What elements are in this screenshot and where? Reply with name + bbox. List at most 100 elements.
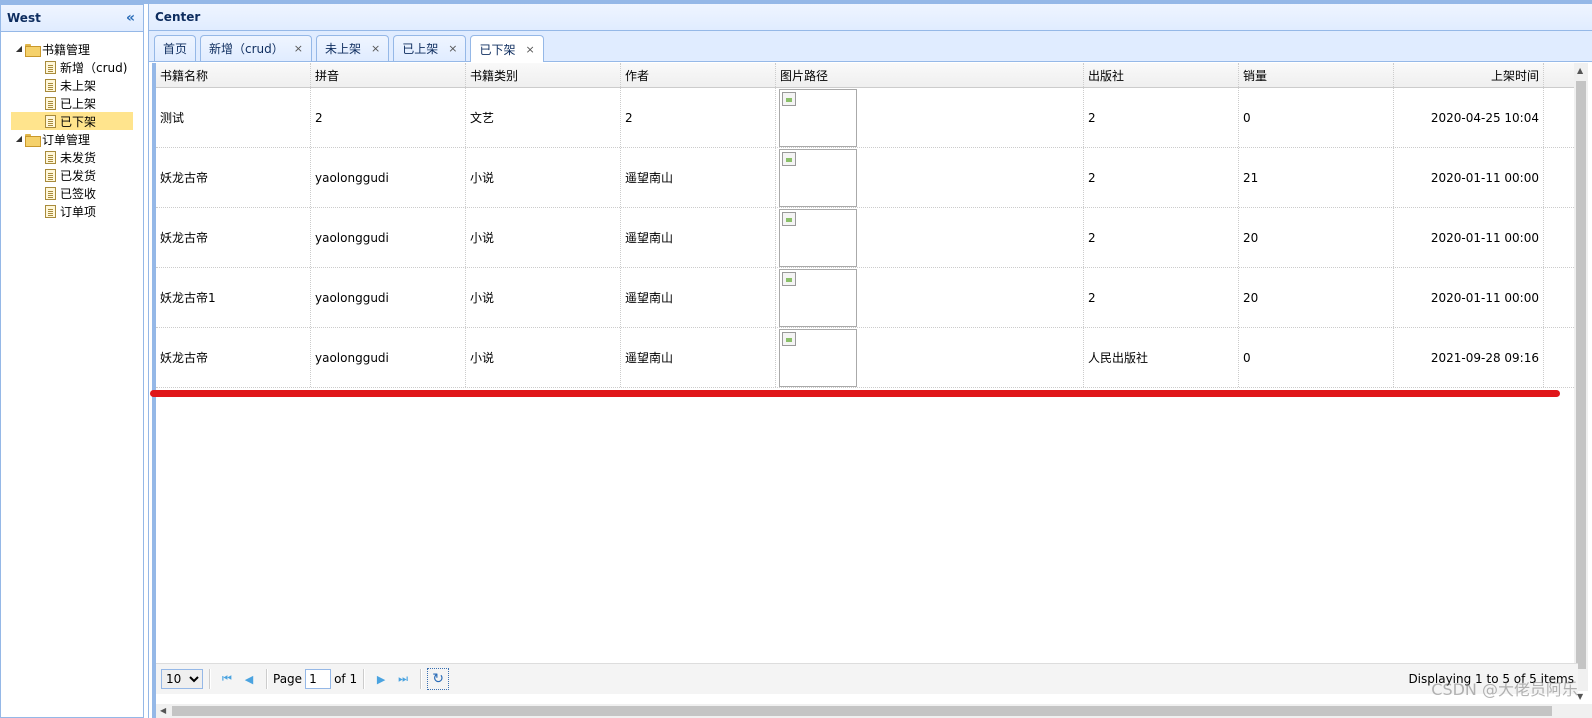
tab-add-crud[interactable]: 新增（crud） × <box>200 35 312 61</box>
tab-label: 新增（crud） <box>209 42 284 56</box>
expand-toggle-icon[interactable]: ◢ <box>13 133 25 145</box>
tree-node-order-management[interactable]: ◢ 订单管理 <box>1 130 143 148</box>
cell-author: 遥望南山 <box>621 148 776 207</box>
west-panel-title: West <box>7 11 41 25</box>
cell-book-name: 妖龙古帝 <box>156 328 311 387</box>
table-row[interactable]: 妖龙古帝 yaolonggudi 小说 遥望南山 2 21 2020-01-11… <box>156 148 1588 208</box>
cell-pinyin: 2 <box>311 88 466 147</box>
tree-node-order-items[interactable]: 订单项 <box>1 202 143 220</box>
scrollbar-thumb[interactable] <box>172 706 1552 716</box>
book-image <box>779 329 857 387</box>
page-number-input[interactable] <box>305 669 332 689</box>
page-label: Page <box>273 672 303 686</box>
column-header-category[interactable]: 书籍类别 <box>466 63 621 87</box>
tree-node-label: 已上架 <box>60 96 97 111</box>
tab-home[interactable]: 首页 <box>154 35 197 61</box>
scroll-left-icon[interactable]: ◀ <box>160 706 166 715</box>
pager-separator <box>266 669 267 689</box>
column-header-pinyin[interactable]: 拼音 <box>311 63 466 87</box>
tab-label: 已上架 <box>402 42 439 56</box>
cell-publisher: 2 <box>1084 148 1239 207</box>
tree-node-signed[interactable]: 已签收 <box>1 184 143 202</box>
column-header-shelf-time[interactable]: 上架时间 <box>1394 63 1544 87</box>
scroll-up-icon[interactable]: ▲ <box>1577 66 1583 75</box>
tree-node-not-shipped[interactable]: 未发货 <box>1 148 143 166</box>
cell-image-path <box>776 208 1084 267</box>
tree-node-not-shelved[interactable]: 未上架 <box>1 76 143 94</box>
column-header-sales[interactable]: 销量 <box>1239 63 1394 87</box>
table-row[interactable]: 妖龙古帝 yaolonggudi 小说 遥望南山 2 20 2020-01-11… <box>156 208 1588 268</box>
close-icon[interactable]: × <box>525 43 534 56</box>
annotation-red-underline <box>150 390 1560 397</box>
cell-shelf-time: 2020-04-25 10:04 <box>1394 88 1544 147</box>
tabs-bar: 首页 新增（crud） × 未上架 × 已上架 × 已下架 × <box>149 31 1592 62</box>
cell-publisher: 2 <box>1084 268 1239 327</box>
broken-image-icon <box>782 272 796 286</box>
tree-node-add-crud[interactable]: 新增（crud) <box>1 58 143 76</box>
cell-image-path <box>776 268 1084 327</box>
close-icon[interactable]: × <box>448 42 457 55</box>
cell-shelf-time: 2020-01-11 00:00 <box>1394 208 1544 267</box>
vertical-scrollbar[interactable]: ▲ ▼ <box>1574 63 1588 701</box>
close-icon[interactable]: × <box>294 42 303 55</box>
pager-separator <box>209 669 210 689</box>
grid-body: 测试 2 文艺 2 2 0 2020-04-25 10:04 妖龙古帝 yaol… <box>156 88 1588 388</box>
tab-unshelved[interactable]: 已下架 × <box>470 35 544 62</box>
file-icon <box>45 186 56 200</box>
cell-shelf-time: 2020-01-11 00:00 <box>1394 268 1544 327</box>
tree-node-label: 订单管理 <box>42 132 91 147</box>
cell-pinyin: yaolonggudi <box>311 148 466 207</box>
tree-node-label: 书籍管理 <box>42 42 91 57</box>
column-header-book-name[interactable]: 书籍名称 <box>156 63 311 87</box>
center-panel-title: Center <box>155 10 201 24</box>
broken-image-icon <box>782 152 796 166</box>
cell-sales: 0 <box>1239 328 1394 387</box>
cell-sales: 20 <box>1239 268 1394 327</box>
horizontal-scrollbar[interactable]: ◀ <box>156 704 1592 718</box>
cell-publisher: 2 <box>1084 88 1239 147</box>
cell-pinyin: yaolonggudi <box>311 328 466 387</box>
book-image <box>779 89 857 147</box>
tree-node-shelved[interactable]: 已上架 <box>1 94 143 112</box>
tab-shelved[interactable]: 已上架 × <box>393 35 467 61</box>
page-size-select[interactable]: 10 <box>161 669 203 689</box>
first-page-icon[interactable]: ⏮ <box>216 668 238 690</box>
file-icon <box>45 60 56 74</box>
cell-shelf-time: 2020-01-11 00:00 <box>1394 148 1544 207</box>
column-header-author[interactable]: 作者 <box>621 63 776 87</box>
tree-node-shipped[interactable]: 已发货 <box>1 166 143 184</box>
column-header-image-path[interactable]: 图片路径 <box>776 63 1084 87</box>
folder-icon <box>25 43 41 57</box>
file-icon <box>45 168 56 182</box>
folder-icon <box>25 133 41 147</box>
tab-not-shelved[interactable]: 未上架 × <box>316 35 390 61</box>
last-page-icon[interactable]: ⏭ <box>392 668 414 690</box>
tree-node-unshelved[interactable]: 已下架 <box>11 112 133 130</box>
cell-author: 遥望南山 <box>621 268 776 327</box>
prev-page-icon[interactable]: ◀ <box>238 668 260 690</box>
table-row[interactable]: 妖龙古帝1 yaolonggudi 小说 遥望南山 2 20 2020-01-1… <box>156 268 1588 328</box>
scrollbar-thumb[interactable] <box>1576 81 1586 669</box>
next-page-icon[interactable]: ▶ <box>370 668 392 690</box>
cell-author: 2 <box>621 88 776 147</box>
column-header-publisher[interactable]: 出版社 <box>1084 63 1239 87</box>
cell-book-name: 测试 <box>156 88 311 147</box>
refresh-icon[interactable]: ↻ <box>427 668 450 690</box>
file-icon <box>45 150 56 164</box>
close-icon[interactable]: × <box>371 42 380 55</box>
book-image <box>779 209 857 267</box>
book-datagrid: 书籍名称 拼音 书籍类别 作者 图片路径 出版社 销量 上架时间 测试 2 文艺… <box>150 63 1592 718</box>
broken-image-icon <box>782 332 796 346</box>
table-row[interactable]: 妖龙古帝 yaolonggudi 小说 遥望南山 人民出版社 0 2021-09… <box>156 328 1588 388</box>
tree-node-book-management[interactable]: ◢ 书籍管理 <box>1 40 143 58</box>
cell-category: 小说 <box>466 148 621 207</box>
book-image <box>779 269 857 327</box>
tab-label: 首页 <box>163 42 188 56</box>
cell-shelf-time: 2021-09-28 09:16 <box>1394 328 1544 387</box>
expand-toggle-icon[interactable]: ◢ <box>13 43 25 55</box>
table-row[interactable]: 测试 2 文艺 2 2 0 2020-04-25 10:04 <box>156 88 1588 148</box>
file-icon <box>45 114 56 128</box>
cell-book-name: 妖龙古帝 <box>156 148 311 207</box>
collapse-icon[interactable]: « <box>126 11 135 25</box>
tab-label: 未上架 <box>325 42 362 56</box>
